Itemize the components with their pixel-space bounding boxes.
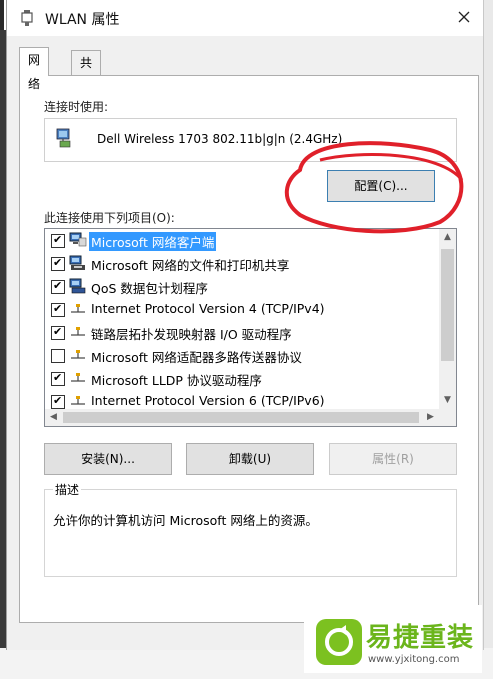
item-label: Microsoft 网络客户端: [89, 232, 217, 251]
wlan-properties-dialog: WLAN 属性 网络 共享 连接时使用: Dell Wireless 1703 …: [6, 0, 484, 650]
configure-button[interactable]: 配置(C)...: [327, 170, 435, 202]
item-checkbox[interactable]: ✔: [51, 302, 65, 317]
logo-badge-icon: [316, 619, 362, 665]
check-mark: ✔: [53, 394, 63, 407]
wlan-adapter-icon: [21, 10, 33, 26]
list-item[interactable]: ✔ Microsoft LLDP 协议驱动程序: [45, 367, 438, 390]
photo-edge: [0, 0, 4, 30]
item-label: Internet Protocol Version 6 (TCP/IPv6): [91, 393, 325, 408]
check-mark: ✔: [53, 325, 63, 338]
protocol-icon: [71, 373, 85, 382]
protocol-icon: [71, 327, 85, 336]
uninstall-button[interactable]: 卸载(U): [186, 443, 314, 475]
tab-network[interactable]: 网络: [19, 47, 50, 91]
qos-icon: [69, 278, 86, 294]
description-group: 描述 允许你的计算机访问 Microsoft 网络上的资源。: [44, 481, 457, 577]
check-mark: ✔: [53, 302, 63, 315]
components-list[interactable]: ✔ Microsoft 网络客户端 ✔ Microsoft 网络的文件和打印机共…: [44, 228, 457, 427]
protocol-icon: [71, 350, 85, 359]
list-item[interactable]: ✔ Microsoft 网络客户端: [45, 229, 438, 252]
item-label: Internet Protocol Version 4 (TCP/IPv4): [91, 301, 325, 316]
network-tab-panel: 连接时使用: Dell Wireless 1703 802.11b|g|n (2…: [19, 75, 479, 623]
scroll-left-arrow-icon[interactable]: ◀: [45, 409, 62, 426]
item-checkbox[interactable]: ✔: [51, 394, 65, 409]
protocol-icon: [71, 304, 85, 313]
description-text: 允许你的计算机访问 Microsoft 网络上的资源。: [53, 513, 318, 528]
install-button[interactable]: 安装(N)...: [44, 443, 172, 475]
list-item[interactable]: ✔ Internet Protocol Version 4 (TCP/IPv4): [45, 298, 438, 321]
horizontal-scroll-thumb[interactable]: [63, 412, 419, 423]
item-checkbox[interactable]: [51, 349, 65, 363]
tab-sharing[interactable]: 共享: [71, 50, 102, 94]
list-item[interactable]: ✔ Microsoft 网络的文件和打印机共享: [45, 252, 438, 275]
items-label: 此连接使用下列项目(O):: [44, 211, 175, 225]
description-title: 描述: [53, 481, 82, 498]
network-client-icon: [69, 232, 87, 247]
list-item[interactable]: ✔ 链路层拓扑发现映射器 I/O 驱动程序: [45, 321, 438, 344]
item-label: 链路层拓扑发现映射器 I/O 驱动程序: [91, 327, 292, 342]
tab-network-label: 网络: [28, 53, 41, 91]
adapter-name: Dell Wireless 1703 802.11b|g|n (2.4GHz): [97, 132, 343, 146]
protocol-icon: [71, 396, 85, 405]
scroll-right-arrow-icon[interactable]: ▶: [422, 409, 439, 426]
scroll-up-arrow-icon[interactable]: ▲: [439, 229, 456, 246]
item-checkbox[interactable]: ✔: [51, 371, 65, 386]
check-mark: ✔: [53, 371, 63, 384]
vertical-scroll-thumb[interactable]: [441, 249, 454, 361]
item-checkbox[interactable]: ✔: [51, 279, 65, 294]
item-label: Microsoft 网络适配器多路传送器协议: [91, 350, 302, 365]
list-item[interactable]: ✔ QoS 数据包计划程序: [45, 275, 438, 298]
check-mark: ✔: [53, 279, 63, 292]
adapter-box: Dell Wireless 1703 802.11b|g|n (2.4GHz): [44, 118, 457, 162]
scrollbar-corner: [439, 409, 456, 426]
item-label: Microsoft LLDP 协议驱动程序: [91, 373, 262, 388]
item-checkbox[interactable]: ✔: [51, 233, 65, 248]
item-label: QoS 数据包计划程序: [91, 281, 208, 296]
file-printer-sharing-icon: [69, 255, 85, 270]
watermark-logo: 易捷重装 www.yjxitong.com: [304, 605, 482, 673]
item-checkbox[interactable]: ✔: [51, 256, 65, 271]
close-button[interactable]: [447, 2, 481, 32]
item-label: Microsoft 网络的文件和打印机共享: [91, 258, 290, 273]
properties-button[interactable]: 属性(R): [329, 443, 457, 475]
vertical-scrollbar[interactable]: ▲ ▼: [439, 229, 456, 409]
window-title: WLAN 属性: [45, 12, 120, 28]
close-icon: [458, 11, 470, 23]
horizontal-scrollbar[interactable]: ◀ ▶: [45, 409, 439, 426]
dialog-client-area: 网络 共享 连接时使用: Dell Wireless 1703 802.11b|…: [7, 36, 483, 650]
watermark-url: www.yjxitong.com: [368, 654, 460, 665]
title-bar: WLAN 属性: [7, 0, 483, 36]
item-checkbox[interactable]: ✔: [51, 325, 65, 340]
list-item[interactable]: Microsoft 网络适配器多路传送器协议: [45, 344, 438, 367]
watermark-name: 易捷重装: [366, 623, 475, 653]
check-mark: ✔: [53, 256, 63, 269]
connect-using-label: 连接时使用:: [44, 100, 109, 114]
scroll-down-arrow-icon[interactable]: ▼: [439, 392, 456, 409]
network-adapter-icon: [56, 128, 71, 148]
check-mark: ✔: [53, 233, 63, 246]
